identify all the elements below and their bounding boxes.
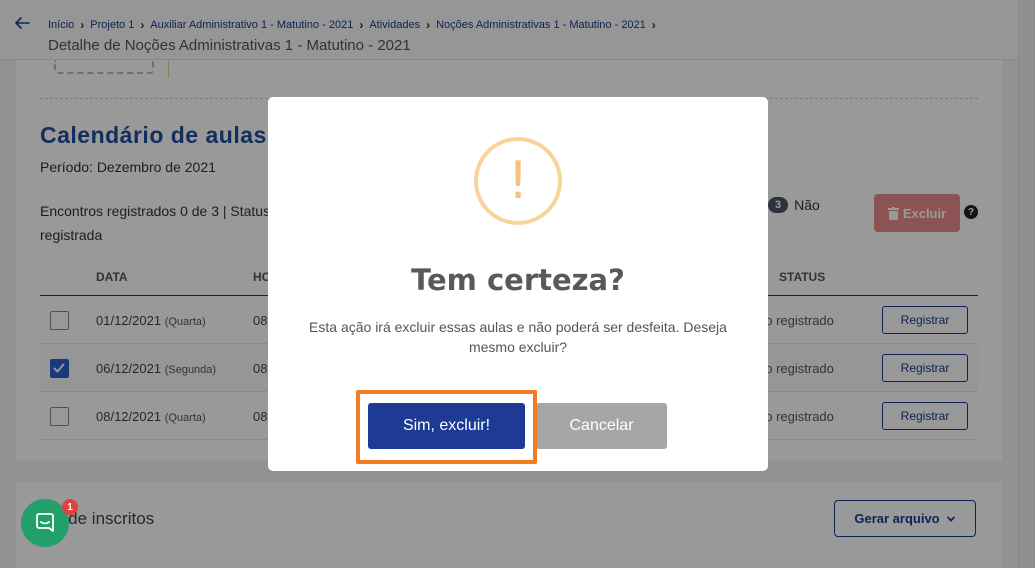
dialog-message: Esta ação irá excluir essas aulas e não … [309, 319, 727, 355]
chat-icon [36, 513, 54, 532]
warning-icon: ! [474, 137, 562, 225]
highlight-box [356, 390, 537, 464]
chat-notification-badge: 1 [62, 499, 78, 515]
cancel-button[interactable]: Cancelar [536, 403, 667, 449]
dialog-title: Tem certeza? [411, 263, 625, 297]
warning-mark: ! [507, 151, 529, 211]
